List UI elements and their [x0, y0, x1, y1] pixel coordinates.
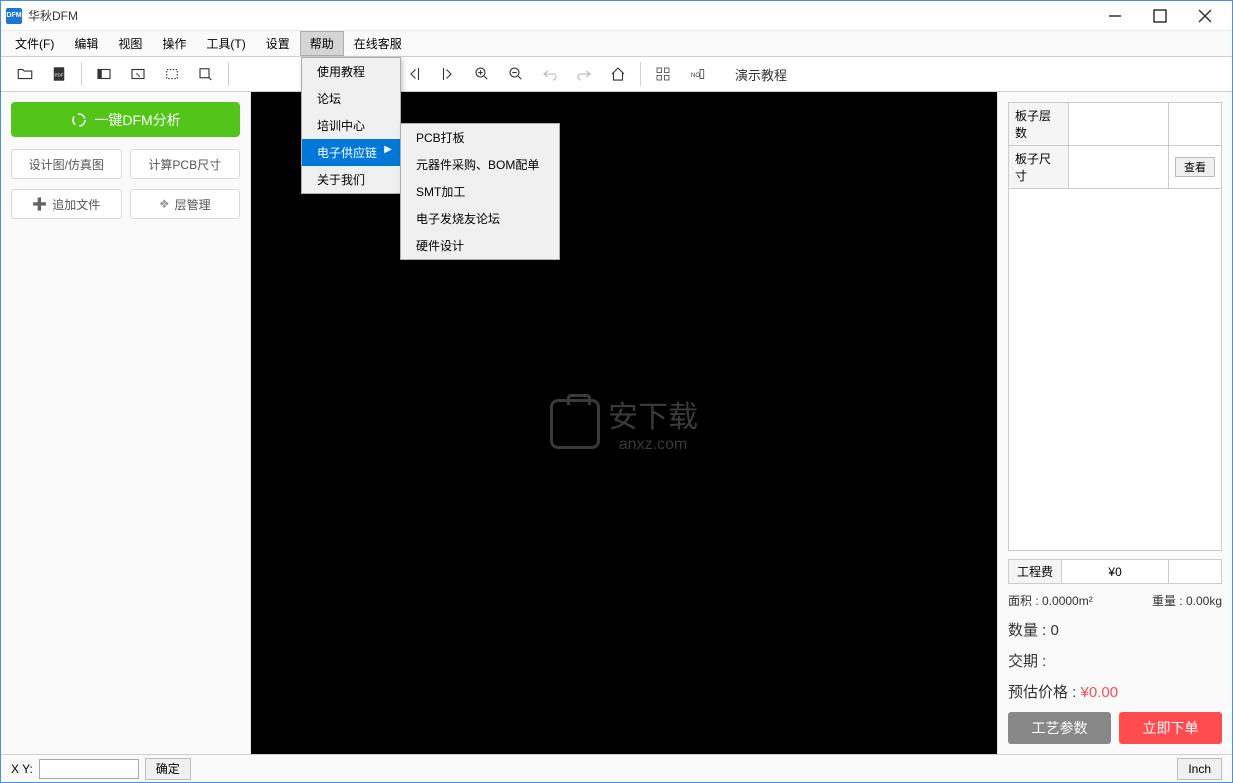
- arrow-in-left-icon[interactable]: [398, 60, 430, 88]
- watermark-logo-icon: [550, 399, 600, 449]
- pdf-icon[interactable]: PDF: [43, 60, 75, 88]
- delivery-label: 交期 :: [1008, 653, 1046, 670]
- watermark-cn: 安下载: [608, 392, 698, 436]
- menubar: 文件(F) 编辑 视图 操作 工具(T) 设置 帮助 在线客服: [1, 31, 1232, 57]
- rect-tool-icon[interactable]: [88, 60, 120, 88]
- grid-icon[interactable]: [647, 60, 679, 88]
- left-panel: 一键DFM分析 设计图/仿真图 计算PCB尺寸 ➕ 追加文件 ❖ 层管理: [1, 92, 251, 754]
- separator: [228, 62, 229, 86]
- redo-icon[interactable]: [568, 60, 600, 88]
- undo-icon[interactable]: [534, 60, 566, 88]
- watermark: 安下载 anxz.com: [550, 392, 698, 454]
- watermark-en: anxz.com: [608, 436, 698, 454]
- submenu-pcb[interactable]: PCB打板: [401, 124, 559, 151]
- svg-text:PDF: PDF: [55, 72, 64, 77]
- menu-settings[interactable]: 设置: [256, 31, 300, 56]
- home-icon[interactable]: [602, 60, 634, 88]
- select-tool-icon[interactable]: [156, 60, 188, 88]
- right-panel: 板子层数 板子尺寸 查看 工程费 ¥0 面积 : 0.0000m² 重量 : 0…: [997, 92, 1232, 754]
- menu-edit[interactable]: 编辑: [64, 31, 108, 56]
- layers-icon: ❖: [159, 197, 170, 211]
- view-button[interactable]: 查看: [1175, 157, 1215, 177]
- menu-tools[interactable]: 工具(T): [196, 31, 255, 56]
- layer-manage-button[interactable]: ❖ 层管理: [130, 189, 241, 219]
- arrow-out-right-icon[interactable]: [432, 60, 464, 88]
- cursor-tool-icon[interactable]: [122, 60, 154, 88]
- area-value: 0.0000m²: [1042, 594, 1093, 608]
- order-now-button[interactable]: 立即下单: [1119, 712, 1222, 744]
- help-menu-tutorial[interactable]: 使用教程: [302, 58, 400, 85]
- minimize-button[interactable]: [1092, 1, 1137, 31]
- submenu-arrow-icon: ▶: [384, 144, 392, 155]
- cost-table: 工程费 ¥0: [1008, 559, 1222, 584]
- add-file-label: 追加文件: [52, 196, 100, 213]
- svg-text:NO: NO: [691, 73, 700, 79]
- confirm-button[interactable]: 确定: [145, 758, 191, 780]
- eng-fee-label: 工程费: [1009, 560, 1062, 584]
- help-menu-forum[interactable]: 论坛: [302, 85, 400, 112]
- properties-table: 板子层数 板子尺寸 查看: [1008, 102, 1222, 189]
- submenu-bom[interactable]: 元器件采购、BOM配单: [401, 151, 559, 178]
- est-price-label: 预估价格 :: [1008, 684, 1076, 701]
- dfm-analysis-button[interactable]: 一键DFM分析: [11, 102, 240, 137]
- board-fee-value: [1169, 560, 1222, 584]
- xy-input[interactable]: [39, 759, 139, 779]
- demo-tutorial-link[interactable]: 演示教程: [735, 65, 787, 84]
- separator: [81, 62, 82, 86]
- app-icon: DFM: [6, 8, 22, 24]
- weight-value: 0.00kg: [1186, 594, 1222, 608]
- help-menu-about[interactable]: 关于我们: [302, 166, 400, 193]
- qty-label: 数量 :: [1008, 622, 1046, 639]
- layers-value: [1069, 103, 1169, 146]
- tech-params-button[interactable]: 工艺参数: [1008, 712, 1111, 744]
- titlebar: DFM 华秋DFM: [1, 1, 1232, 31]
- design-sim-button[interactable]: 设计图/仿真图: [11, 149, 122, 179]
- size-label: 板子尺寸: [1009, 146, 1069, 189]
- open-folder-icon[interactable]: [9, 60, 41, 88]
- size-value: [1069, 146, 1169, 189]
- menu-file[interactable]: 文件(F): [5, 31, 64, 56]
- zoom-in-icon[interactable]: [466, 60, 498, 88]
- calc-pcb-size-button[interactable]: 计算PCB尺寸: [130, 149, 241, 179]
- app-title: 华秋DFM: [28, 7, 1092, 24]
- menu-view[interactable]: 视图: [108, 31, 152, 56]
- snap-tool-icon[interactable]: [190, 60, 222, 88]
- zoom-out-icon[interactable]: [500, 60, 532, 88]
- add-file-button[interactable]: ➕ 追加文件: [11, 189, 122, 219]
- help-dropdown: 使用教程 论坛 培训中心 电子供应链 ▶ 关于我们: [301, 57, 401, 194]
- maximize-button[interactable]: [1137, 1, 1182, 31]
- menu-operate[interactable]: 操作: [152, 31, 196, 56]
- dfm-button-label: 一键DFM分析: [94, 110, 180, 130]
- layer-manage-label: 层管理: [175, 196, 211, 213]
- help-menu-training[interactable]: 培训中心: [302, 112, 400, 139]
- qty-value: 0: [1051, 622, 1059, 639]
- supply-chain-submenu: PCB打板 元器件采购、BOM配单 SMT加工 电子发烧友论坛 硬件设计: [400, 123, 560, 260]
- submenu-hardware[interactable]: 硬件设计: [401, 232, 559, 259]
- area-label: 面积 :: [1008, 594, 1039, 608]
- statusbar: X Y: 确定 Inch: [1, 754, 1232, 782]
- separator: [640, 62, 641, 86]
- est-price-value: ¥0.00: [1081, 684, 1119, 701]
- menu-online-service[interactable]: 在线客服: [344, 31, 412, 56]
- menu-help[interactable]: 帮助: [300, 31, 344, 56]
- help-menu-supply-chain[interactable]: 电子供应链 ▶: [302, 139, 400, 166]
- submenu-forum[interactable]: 电子发烧友论坛: [401, 205, 559, 232]
- help-menu-supply-chain-label: 电子供应链: [317, 146, 377, 160]
- layers-label: 板子层数: [1009, 103, 1069, 146]
- inch-button[interactable]: Inch: [1177, 758, 1222, 780]
- properties-empty-area: [1008, 189, 1222, 551]
- toolbar: PDF NO 演示教程: [1, 57, 1232, 92]
- eng-fee-value: ¥0: [1062, 560, 1169, 584]
- plus-icon: ➕: [32, 197, 47, 211]
- compare-icon[interactable]: NO: [681, 60, 713, 88]
- close-button[interactable]: [1182, 1, 1227, 31]
- submenu-smt[interactable]: SMT加工: [401, 178, 559, 205]
- xy-label: X Y:: [11, 762, 33, 776]
- weight-label: 重量 :: [1152, 594, 1183, 608]
